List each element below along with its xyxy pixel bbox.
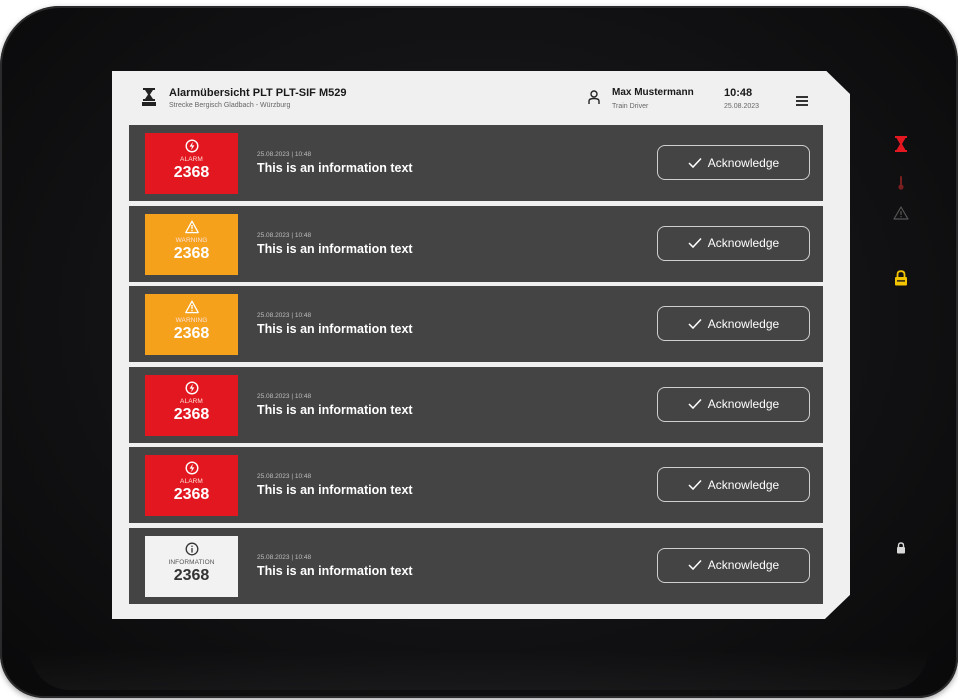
alarm-row: WARNING 2368 25.08.2023 | 10:48 This is … <box>129 286 823 363</box>
warning-icon <box>184 220 199 233</box>
row-message: This is an information text <box>257 563 413 578</box>
row-message: This is an information text <box>257 483 413 498</box>
badge-number: 2368 <box>173 405 210 423</box>
alarm-badge: ALARM 2368 <box>145 133 238 194</box>
acknowledge-button[interactable]: Acknowledge <box>657 306 810 342</box>
alarm-badge: ALARM 2368 <box>145 374 238 436</box>
badge-type-label: ALARM <box>180 156 203 163</box>
route-subtitle: Strecke Bergisch Gladbach - Würzburg <box>169 102 291 109</box>
alarm-icon <box>184 139 199 153</box>
badge-number: 2368 <box>173 164 210 181</box>
user-role: Train Driver <box>612 103 649 110</box>
badge-number: 2368 <box>173 244 210 262</box>
logo-icon <box>143 88 155 101</box>
acknowledge-button[interactable]: Acknowledge <box>657 225 810 261</box>
acknowledge-button[interactable]: Acknowledge <box>657 467 810 503</box>
checkmark-icon <box>688 399 702 410</box>
acknowledge-label: Acknowledge <box>707 236 780 251</box>
checkmark-icon <box>688 560 702 571</box>
checkmark-icon <box>688 157 702 168</box>
row-message: This is an information text <box>257 322 413 337</box>
warning-badge: WARNING 2368 <box>145 294 238 356</box>
acknowledge-label: Acknowledge <box>707 397 780 412</box>
alarm-icon <box>184 381 199 395</box>
badge-type-label: WARNING <box>175 236 208 244</box>
warning-badge: WARNING 2368 <box>145 213 238 275</box>
badge-type-label: ALARM <box>180 478 203 486</box>
warning-icon <box>184 300 199 314</box>
row-timestamp: 25.08.2023 | 10:48 <box>257 392 312 400</box>
acknowledge-label: Acknowledge <box>707 155 780 170</box>
information-badge: INFORMATION 2368 <box>145 535 238 597</box>
frame-sheen <box>30 650 928 690</box>
header-bar: Alarmübersicht PLT PLT-SIF M529 Strecke … <box>112 71 850 123</box>
hamburger-menu-icon[interactable] <box>796 96 808 106</box>
checkmark-icon <box>688 238 702 249</box>
badge-number: 2368 <box>173 566 210 584</box>
row-timestamp: 25.08.2023 | 10:48 <box>257 553 312 561</box>
clock-time: 10:48 <box>724 87 753 99</box>
logo-wordmark <box>142 102 156 106</box>
badge-type-label: INFORMATION <box>168 558 215 566</box>
alarm-row: WARNING 2368 25.08.2023 | 10:48 This is … <box>129 205 823 282</box>
alarm-list: ALARM 2368 25.08.2023 | 10:48 This is an… <box>129 125 823 604</box>
screen: Alarmübersicht PLT PLT-SIF M529 Strecke … <box>112 71 850 619</box>
alarm-row: ALARM 2368 25.08.2023 | 10:48 This is an… <box>129 125 823 201</box>
warning-outline-icon <box>893 206 909 220</box>
badge-type-label: ALARM <box>180 397 203 405</box>
hourglass-icon <box>895 136 907 152</box>
checkmark-icon <box>688 479 702 490</box>
badge-number: 2368 <box>173 325 210 343</box>
thermometer-icon <box>898 176 904 190</box>
alarm-row: ALARM 2368 25.08.2023 | 10:48 This is an… <box>129 366 823 443</box>
acknowledge-button[interactable]: Acknowledge <box>657 547 810 583</box>
badge-type-label: WARNING <box>175 317 208 325</box>
row-message: This is an information text <box>257 161 413 175</box>
row-timestamp: 25.08.2023 | 10:48 <box>257 312 312 320</box>
row-message: This is an information text <box>257 402 413 417</box>
row-timestamp: 25.08.2023 | 10:48 <box>257 151 312 158</box>
row-timestamp: 25.08.2023 | 10:48 <box>257 473 312 481</box>
info-icon <box>185 542 198 556</box>
user-icon <box>588 90 600 104</box>
alarm-row: ALARM 2368 25.08.2023 | 10:48 This is an… <box>129 447 823 524</box>
user-name: Max Mustermann <box>612 87 694 98</box>
badge-number: 2368 <box>173 486 210 504</box>
checkmark-icon <box>688 318 702 329</box>
page-title: Alarmübersicht PLT PLT-SIF M529 <box>169 87 347 99</box>
row-message: This is an information text <box>257 241 413 256</box>
small-indicator-icon <box>897 542 905 554</box>
acknowledge-button[interactable]: Acknowledge <box>657 145 810 180</box>
lock-icon <box>895 270 907 286</box>
alarm-icon <box>184 461 199 475</box>
clock-date: 25.08.2023 <box>724 103 760 110</box>
alarm-row: INFORMATION 2368 25.08.2023 | 10:48 This… <box>129 527 823 604</box>
alarm-badge: ALARM 2368 <box>145 455 238 517</box>
acknowledge-label: Acknowledge <box>707 558 780 573</box>
row-timestamp: 25.08.2023 | 10:48 <box>257 231 312 239</box>
company-logo <box>142 88 156 106</box>
acknowledge-label: Acknowledge <box>707 316 780 331</box>
acknowledge-button[interactable]: Acknowledge <box>657 386 810 422</box>
acknowledge-label: Acknowledge <box>707 477 780 492</box>
